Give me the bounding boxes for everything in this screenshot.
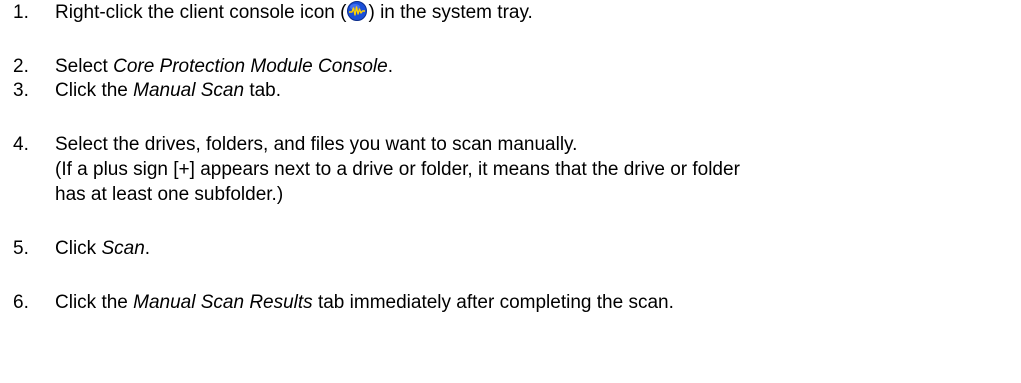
step-text-pre: Click	[55, 238, 102, 259]
step-text-post: .	[144, 238, 151, 259]
step-text-post: .	[387, 56, 393, 77]
step-text-pre: Click the	[55, 292, 134, 313]
step-number: 2.	[13, 56, 29, 77]
step-number: 4.	[13, 134, 29, 155]
step-text: Select the drives, folders, and files yo…	[55, 134, 578, 155]
step-text-post: tab immediately after completing the sca…	[312, 292, 674, 313]
step-4-note-line-2: has at least one subfolder.)	[55, 184, 284, 205]
step-text-pre: Select	[55, 56, 114, 77]
step-text: Click the Manual Scan tab.	[55, 78, 281, 104]
step-text: Select Core Protection Module Console.	[55, 54, 393, 80]
step-text: Right-click the client console icon ( ) i…	[55, 0, 533, 26]
step-text: Click Scan.	[55, 236, 150, 262]
step-text-post: ) in the system tray.	[368, 2, 533, 23]
ui-term: Scan	[101, 238, 145, 259]
step-text: Click the Manual Scan Results tab immedi…	[55, 290, 674, 316]
step-text-post: tab.	[244, 80, 282, 101]
ui-term: Manual Scan Results	[133, 292, 313, 313]
step-number: 3.	[13, 80, 29, 101]
step-number: 1.	[13, 2, 29, 23]
client-console-tray-icon	[347, 1, 368, 21]
step-number: 5.	[13, 238, 29, 259]
step-text-pre: Right-click the client console icon (	[55, 2, 347, 23]
ui-term: Core Protection Module Console	[113, 56, 388, 77]
step-text-pre: Click the	[55, 80, 134, 101]
step-4-note-line-1: (If a plus sign [+] appears next to a dr…	[55, 159, 740, 180]
ui-term: Manual Scan	[133, 80, 245, 101]
step-number: 6.	[13, 292, 29, 313]
